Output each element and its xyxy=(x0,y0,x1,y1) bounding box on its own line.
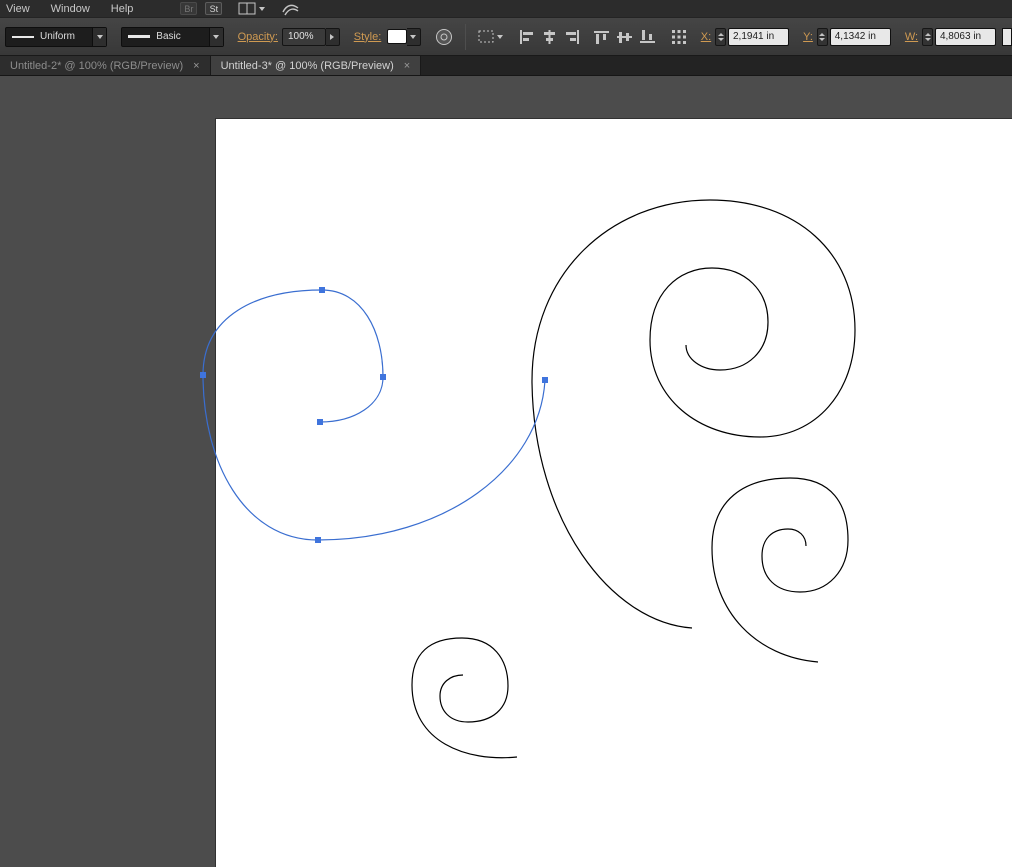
opacity-slider-button[interactable] xyxy=(325,27,340,46)
anchor-point[interactable] xyxy=(200,372,206,378)
align-bottom-icon[interactable] xyxy=(639,29,655,44)
menu-window[interactable]: Window xyxy=(51,3,101,15)
menu-help[interactable]: Help xyxy=(111,3,145,15)
y-field[interactable]: 4,1342 in xyxy=(829,27,891,46)
style-arrow-button[interactable] xyxy=(406,27,421,46)
divider xyxy=(464,23,466,50)
tab-label: Untitled-3* @ 100% (RGB/Preview) xyxy=(220,59,394,72)
align-top-icon[interactable] xyxy=(593,30,609,44)
clipped-next-field xyxy=(1002,27,1012,46)
small-bottom-spiral-path[interactable] xyxy=(411,637,518,759)
stock-button[interactable]: St xyxy=(205,2,223,15)
anchor-point[interactable] xyxy=(380,374,386,380)
w-link[interactable]: W: xyxy=(905,31,918,43)
gpu-performance-icon[interactable] xyxy=(281,2,300,16)
anchor-point[interactable] xyxy=(315,537,321,543)
anchor-point[interactable] xyxy=(319,287,325,293)
w-field[interactable]: 4,8063 in xyxy=(934,27,997,46)
arrange-documents-icon[interactable] xyxy=(238,2,266,15)
menu-bar: View Window Help Br St xyxy=(0,0,1012,18)
brush-arrow[interactable] xyxy=(208,27,223,46)
selected-spiral-path[interactable] xyxy=(202,289,546,541)
x-stepper[interactable] xyxy=(715,27,726,46)
chevron-down-icon xyxy=(259,6,266,11)
style-swatch[interactable] xyxy=(387,29,407,44)
chevron-down-icon xyxy=(496,34,503,39)
illustrator-window: View Window Help Br St Uniform Basic Opa… xyxy=(0,0,1012,867)
tab-untitled-3[interactable]: Untitled-3* @ 100% (RGB/Preview) × xyxy=(210,56,422,75)
y-link[interactable]: Y: xyxy=(803,31,813,43)
w-stepper[interactable] xyxy=(922,27,933,46)
close-tab-icon[interactable]: × xyxy=(193,60,199,72)
tab-untitled-2[interactable]: Untitled-2* @ 100% (RGB/Preview) × xyxy=(0,56,211,75)
brush-definition-dropdown[interactable]: Basic xyxy=(121,26,224,47)
brush-label: Basic xyxy=(156,31,181,42)
menu-view[interactable]: View xyxy=(6,3,41,15)
align-left-icon[interactable] xyxy=(519,29,534,44)
document-tab-bar: Untitled-2* @ 100% (RGB/Preview) × Untit… xyxy=(0,56,1012,76)
stroke-profile-preview xyxy=(12,35,34,38)
large-spiral-path[interactable] xyxy=(531,199,856,629)
align-right-icon[interactable] xyxy=(565,29,580,44)
width-profile-dropdown[interactable]: Uniform xyxy=(5,26,108,47)
opacity-field[interactable]: 100% xyxy=(281,27,326,46)
transform-grid-icon[interactable] xyxy=(671,29,687,45)
artwork-svg xyxy=(200,199,856,759)
opacity-link[interactable]: Opacity: xyxy=(238,31,278,43)
style-link[interactable]: Style: xyxy=(354,31,382,43)
width-profile-label: Uniform xyxy=(40,31,76,42)
x-link[interactable]: X: xyxy=(701,31,711,43)
anchor-point[interactable] xyxy=(542,377,548,383)
close-tab-icon[interactable]: × xyxy=(404,60,410,72)
bridge-button[interactable]: Br xyxy=(180,2,198,15)
y-stepper[interactable] xyxy=(816,27,828,46)
anchor-point[interactable] xyxy=(317,419,323,425)
select-similar-icon[interactable] xyxy=(478,30,503,43)
tab-label: Untitled-2* @ 100% (RGB/Preview) xyxy=(10,59,184,72)
align-center-vertical-icon[interactable] xyxy=(616,30,632,44)
recolor-artwork-icon[interactable] xyxy=(435,28,453,46)
width-profile-arrow[interactable] xyxy=(92,27,107,46)
align-center-horizontal-icon[interactable] xyxy=(542,29,557,44)
control-bar: Uniform Basic Opacity: 100% Style: X: 2,… xyxy=(0,18,1012,56)
brush-preview xyxy=(128,35,151,38)
x-field[interactable]: 2,1941 in xyxy=(727,27,790,46)
small-right-spiral-path[interactable] xyxy=(711,477,849,663)
